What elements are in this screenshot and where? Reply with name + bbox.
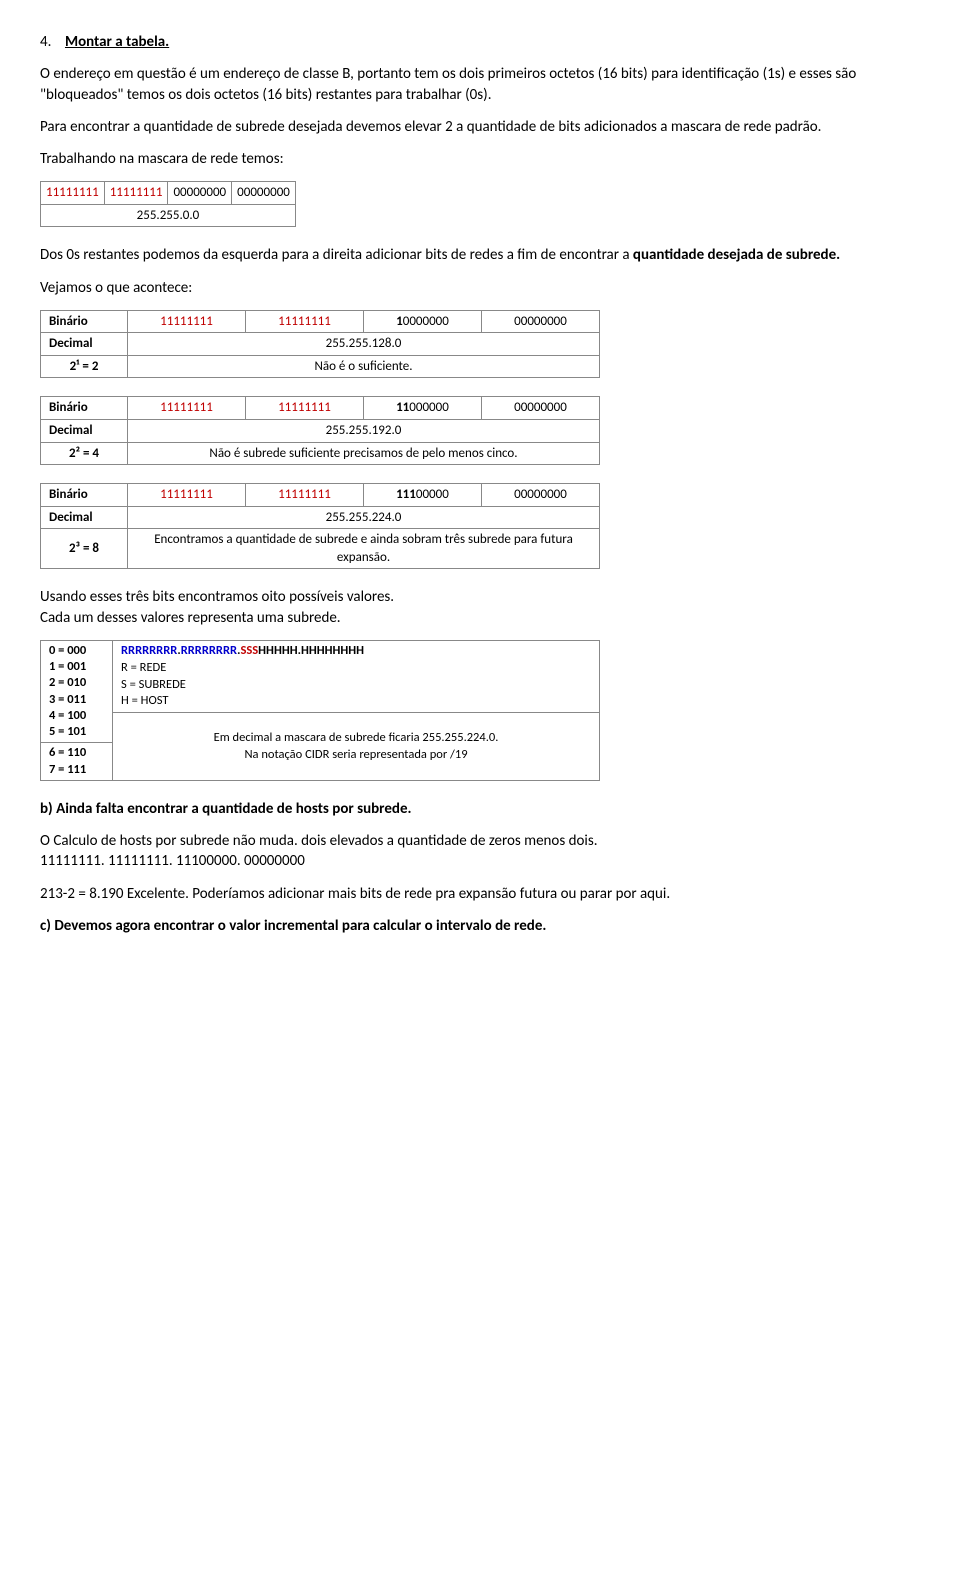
table-row: Binário 11111111 11111111 10000000 00000… [41,310,600,333]
bit-rest: 00000 [416,487,449,502]
note: Não é subrede suficiente precisamos de p… [128,442,600,465]
text-line: Na notação CIDR seria representada por /… [244,747,467,762]
list-item: 4 = 100 [49,708,86,723]
mask-table: 11111111 11111111 00000000 00000000 255.… [40,181,296,227]
paragraph: Trabalhando na mascara de rede temos: [40,149,920,169]
paragraph: O endereço em questão é um endereço de c… [40,64,920,105]
table-row: 2¹ = 2 Não é o suficiente. [41,355,600,378]
row-label: Decimal [41,420,128,443]
bit-rest: 000000 [409,400,449,415]
text-line: Em decimal a mascara de subrede ficaria … [214,730,499,745]
bit-prefix: 111 [396,487,416,502]
row-label: Binário [41,484,128,507]
power-label: 2¹ = 2 [41,355,128,378]
table-row: 11111111 11111111 00000000 00000000 [41,182,296,205]
table-row: 255.255.0.0 [41,204,296,227]
list-item: 7 = 111 [49,762,86,777]
legend-line: S = SUBREDE [121,677,186,692]
legend-r: RRRRRRRR [121,643,177,658]
paragraph: Usando esses três bits encontramos oito … [40,587,920,628]
table-row: Binário 11111111 11111111 11000000 00000… [41,397,600,420]
decimal-value: 255.255.128.0 [128,333,600,356]
heading-title: Montar a tabela. [65,33,169,51]
legend-line: R = REDE [121,660,166,675]
legend-h2: HHHHHHHH [301,643,364,658]
legend-h1: HHHHH [258,643,297,658]
subnet-table-3: Binário 11111111 11111111 11100000 00000… [40,483,600,569]
values-table: 0 = 000 1 = 001 2 = 010 3 = 011 4 = 100 … [40,640,600,781]
row-label: Decimal [41,333,128,356]
table-row: Em decimal a mascara de subrede ficaria … [41,713,600,743]
heading-number: 4. [40,33,51,51]
power-label: 2² = 4 [41,442,128,465]
mask-octet-1: 11111111 [41,182,105,205]
text-line: 11111111. 11111111. 11100000. 00000000 [40,852,305,870]
table-row: 2² = 4 Não é subrede suficiente precisam… [41,442,600,465]
power-label: 2³ = 8 [41,529,128,569]
list-item: 1 = 001 [49,659,86,674]
octet: 00000000 [481,397,599,420]
octet: 11111111 [128,484,246,507]
paragraph: O Calculo de hosts por subrede não muda.… [40,831,920,872]
row-label: Binário [41,397,128,420]
list-item: 5 = 101 [49,724,86,739]
text-line: Cada um desses valores representa uma su… [40,609,341,627]
decimal-value: 255.255.192.0 [128,420,600,443]
legend-r2: RRRRRRRR [181,643,237,658]
text-line: Usando esses três bits encontramos oito … [40,588,394,606]
octet: 10000000 [364,310,482,333]
list-item: 3 = 011 [49,692,86,707]
heading-4: 4. Montar a tabela. [40,32,920,52]
table-row: 2³ = 8 Encontramos a quantidade de subre… [41,529,600,569]
text-line: O Calculo de hosts por subrede não muda.… [40,832,598,850]
heading-c: c) Devemos agora encontrar o valor incre… [40,916,920,936]
mask-octet-3: 00000000 [168,182,232,205]
octet: 00000000 [482,310,600,333]
value-list: 0 = 000 1 = 001 2 = 010 3 = 011 4 = 100 … [41,640,113,743]
subnet-table-1: Binário 11111111 11111111 10000000 00000… [40,310,600,379]
octet: 11000000 [363,397,481,420]
mask-octet-2: 11111111 [104,182,168,205]
table-row: Decimal 255.255.224.0 [41,506,600,529]
list-item: 2 = 010 [49,675,86,690]
mask-decimal: 255.255.0.0 [41,204,296,227]
table-row: Binário 11111111 11111111 11100000 00000… [41,484,600,507]
table-row: Decimal 255.255.192.0 [41,420,600,443]
paragraph: 213-2 = 8.190 Excelente. Poderíamos adic… [40,884,920,904]
note: Encontramos a quantidade de subrede e ai… [128,529,600,569]
bit-prefix: 1 [396,314,403,329]
legend-s: SSS [240,643,258,658]
decimal-value: 255.255.224.0 [128,506,600,529]
bit-prefix: 11 [396,400,409,415]
octet: 11111111 [245,397,363,420]
mask-octet-4: 00000000 [232,182,296,205]
octet: 00000000 [481,484,599,507]
legend-note: Em decimal a mascara de subrede ficaria … [113,713,600,781]
row-label: Binário [41,310,128,333]
list-item: 0 = 000 [49,643,86,658]
heading-b: b) Ainda falta encontrar a quantidade de… [40,799,920,819]
text-span: Dos 0s restantes podemos da esquerda par… [40,246,633,264]
paragraph: Dos 0s restantes podemos da esquerda par… [40,245,920,265]
octet: 11100000 [363,484,481,507]
table-row: Decimal 255.255.128.0 [41,333,600,356]
bit-rest: 0000000 [403,314,449,329]
table-row: 0 = 000 1 = 001 2 = 010 3 = 011 4 = 100 … [41,640,600,713]
legend-line: H = HOST [121,693,168,708]
row-label: Decimal [41,506,128,529]
octet: 11111111 [245,484,363,507]
octet: 11111111 [128,310,246,333]
note: Não é o suficiente. [128,355,600,378]
octet: 11111111 [128,397,246,420]
paragraph: Para encontrar a quantidade de subrede d… [40,117,920,137]
octet: 11111111 [246,310,364,333]
legend-cell: RRRRRRRR.RRRRRRRR.SSSHHHHH.HHHHHHHH R = … [113,640,600,713]
text-span-bold: quantidade desejada de subrede. [633,246,840,264]
subnet-table-2: Binário 11111111 11111111 11000000 00000… [40,396,600,465]
value-list-bottom: 6 = 110 7 = 111 [41,743,113,781]
paragraph: Vejamos o que acontece: [40,278,920,298]
list-item: 6 = 110 [49,745,86,760]
